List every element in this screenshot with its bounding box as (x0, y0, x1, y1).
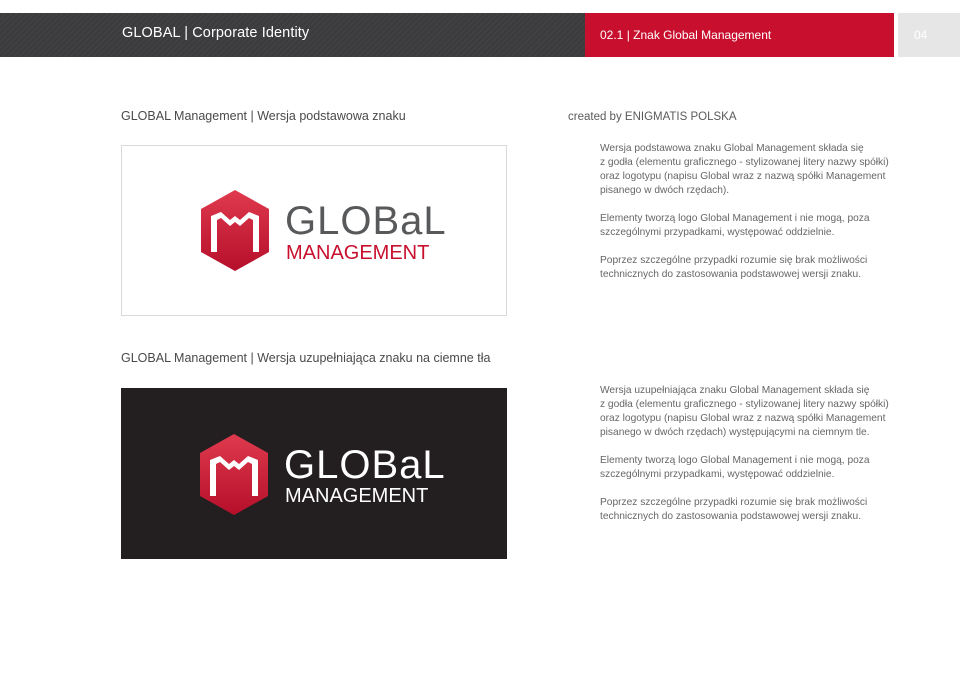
description-basic: Wersja podstawowa znaku Global Managemen… (600, 142, 930, 282)
logo-light: GLOBaL MANAGEMENT (201, 190, 447, 271)
section-label: 02.1 | Znak Global Management (600, 28, 772, 42)
logo-panel-light: GLOBaL MANAGEMENT (121, 145, 507, 316)
emblem-icon (200, 434, 268, 515)
logo-panel-dark: GLOBaL MANAGEMENT (121, 388, 507, 559)
logo-wordmark: GLOBaL (285, 199, 447, 243)
credit-line: created by ENIGMATIS POLSKA (568, 111, 737, 123)
section-title-basic: GLOBAL Management | Wersja podstawowa zn… (121, 109, 406, 123)
logo-subline: MANAGEMENT (285, 485, 428, 507)
paragraph: Poprzez szczególne przypadki rozumie się… (600, 497, 868, 522)
paragraph: Elementy tworzą logo Global Management i… (600, 455, 870, 480)
emblem-icon (201, 190, 269, 271)
section-title-dark: GLOBAL Management | Wersja uzupełniająca… (121, 351, 491, 365)
logo-dark: GLOBaL MANAGEMENT (200, 434, 446, 515)
paragraph: Wersja uzupełniająca znaku Global Manage… (600, 385, 889, 438)
document-title: GLOBAL | Corporate Identity (122, 25, 310, 41)
logo-wordmark: GLOBaL (284, 443, 446, 487)
paragraph: Elementy tworzą logo Global Management i… (600, 213, 870, 238)
description-dark: Wersja uzupełniająca znaku Global Manage… (600, 384, 930, 524)
page-number-box (898, 13, 960, 57)
page-number: 04 (914, 28, 928, 42)
paragraph: Poprzez szczególne przypadki rozumie się… (600, 255, 868, 280)
logo-subline: MANAGEMENT (286, 242, 429, 264)
paragraph: Wersja podstawowa znaku Global Managemen… (600, 143, 889, 196)
